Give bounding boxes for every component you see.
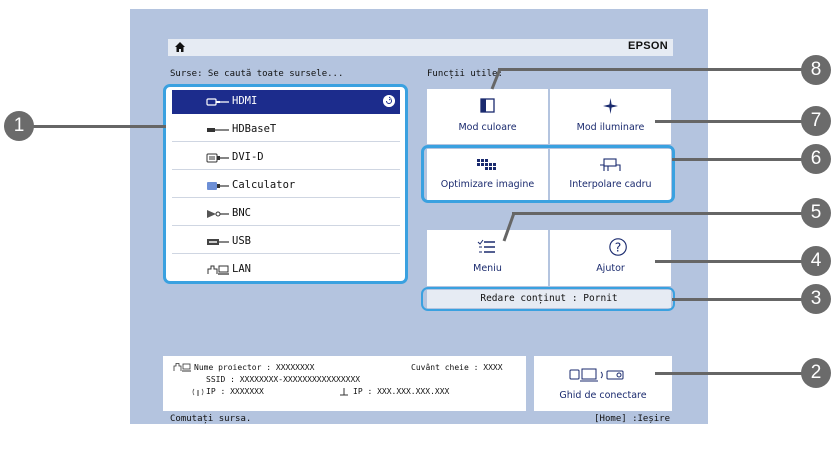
hdbaset-icon <box>207 128 229 132</box>
menu-label: Meniu <box>473 263 502 274</box>
callout-line <box>512 212 810 215</box>
connection-guide-button[interactable]: Ghid de conectare <box>534 356 672 411</box>
ip-wired: IP : XXX.XXX.XXX.XXX <box>353 387 450 396</box>
callout-4: 4 <box>801 246 831 276</box>
callout-line <box>655 120 810 123</box>
lan-icon <box>207 265 229 275</box>
wired-icon <box>340 388 348 396</box>
source-label: Calculator <box>232 179 296 191</box>
callout-line <box>498 68 810 71</box>
light-mode-icon <box>603 98 618 114</box>
lan-icon <box>173 363 191 372</box>
callout-line <box>502 212 516 242</box>
callout-7: 7 <box>801 106 831 136</box>
source-item-computer[interactable]: Calculator <box>172 174 400 198</box>
callout-8: 8 <box>801 55 831 85</box>
ip-wireless: IP : XXXXXXX <box>206 387 264 396</box>
light-mode-label: Mod iluminare <box>576 122 645 133</box>
callout-2: 2 <box>801 358 831 388</box>
dvi-icon <box>206 153 229 163</box>
ssid: SSID : XXXXXXXX-XXXXXXXXXXXXXXXX <box>206 375 361 384</box>
callout-line <box>26 125 166 128</box>
source-item-hdbaset[interactable]: HDBaseT <box>172 118 400 142</box>
source-label: BNC <box>232 207 251 219</box>
menu-icon <box>477 239 495 253</box>
callout-line <box>672 298 810 301</box>
help-button[interactable]: ? Ajutor <box>550 230 671 286</box>
callout-line <box>490 68 502 90</box>
light-mode-button[interactable]: Mod iluminare <box>550 89 671 144</box>
menu-button[interactable]: Meniu <box>427 230 548 286</box>
highlight-group-image <box>421 145 675 203</box>
source-item-lan[interactable]: LAN <box>172 258 400 281</box>
help-label: Ajutor <box>596 263 625 274</box>
callout-line <box>672 158 810 161</box>
projector-name: Nume proiector : XXXXXXXX <box>194 363 315 372</box>
title-bar <box>168 39 673 56</box>
source-item-dvi[interactable]: DVI-D <box>172 146 400 170</box>
keyword: Cuvânt cheie : XXXX <box>411 363 503 372</box>
callout-line <box>655 372 810 375</box>
active-source-icon <box>383 95 395 107</box>
sources-heading: Surse: Se caută toate sursele... <box>170 69 344 79</box>
home-icon[interactable] <box>174 41 186 53</box>
hdmi-icon <box>206 98 229 106</box>
callout-3: 3 <box>801 284 831 314</box>
wireless-icon <box>192 388 204 396</box>
usb-icon <box>207 239 229 245</box>
callout-5: 5 <box>801 198 831 228</box>
source-item-bnc[interactable]: BNC <box>172 202 400 226</box>
source-label: LAN <box>232 263 251 275</box>
color-mode-label: Mod culoare <box>458 122 517 133</box>
source-label: USB <box>232 235 251 247</box>
source-item-usb[interactable]: USB <box>172 230 400 254</box>
help-icon: ? <box>609 238 627 256</box>
footer-hint: Comutați sursa. <box>170 414 252 424</box>
connection-guide-icon <box>569 368 624 382</box>
connection-guide-label: Ghid de conectare <box>559 390 647 401</box>
network-info-panel: Nume proiector : XXXXXXXX Cuvânt cheie :… <box>163 356 526 411</box>
computer-icon <box>207 182 229 190</box>
source-label: DVI-D <box>232 151 264 163</box>
brand-logo: EPSON <box>627 40 668 52</box>
source-label: HDMI <box>232 95 258 107</box>
callout-line <box>655 260 810 263</box>
callout-6: 6 <box>801 144 831 174</box>
footer-exit-hint: [Home] :Ieșire <box>594 414 670 424</box>
source-item-hdmi[interactable]: HDMI <box>172 90 400 114</box>
svg-text:?: ? <box>615 241 622 255</box>
bnc-icon <box>207 210 229 218</box>
color-mode-icon <box>480 98 495 113</box>
color-mode-button[interactable]: Mod culoare <box>427 89 548 144</box>
source-list: HDMI HDBaseT DVI-D Calculator BNC USB LA… <box>163 84 408 284</box>
source-label: HDBaseT <box>232 123 277 135</box>
highlight-status <box>421 287 675 311</box>
callout-1: 1 <box>4 111 34 141</box>
